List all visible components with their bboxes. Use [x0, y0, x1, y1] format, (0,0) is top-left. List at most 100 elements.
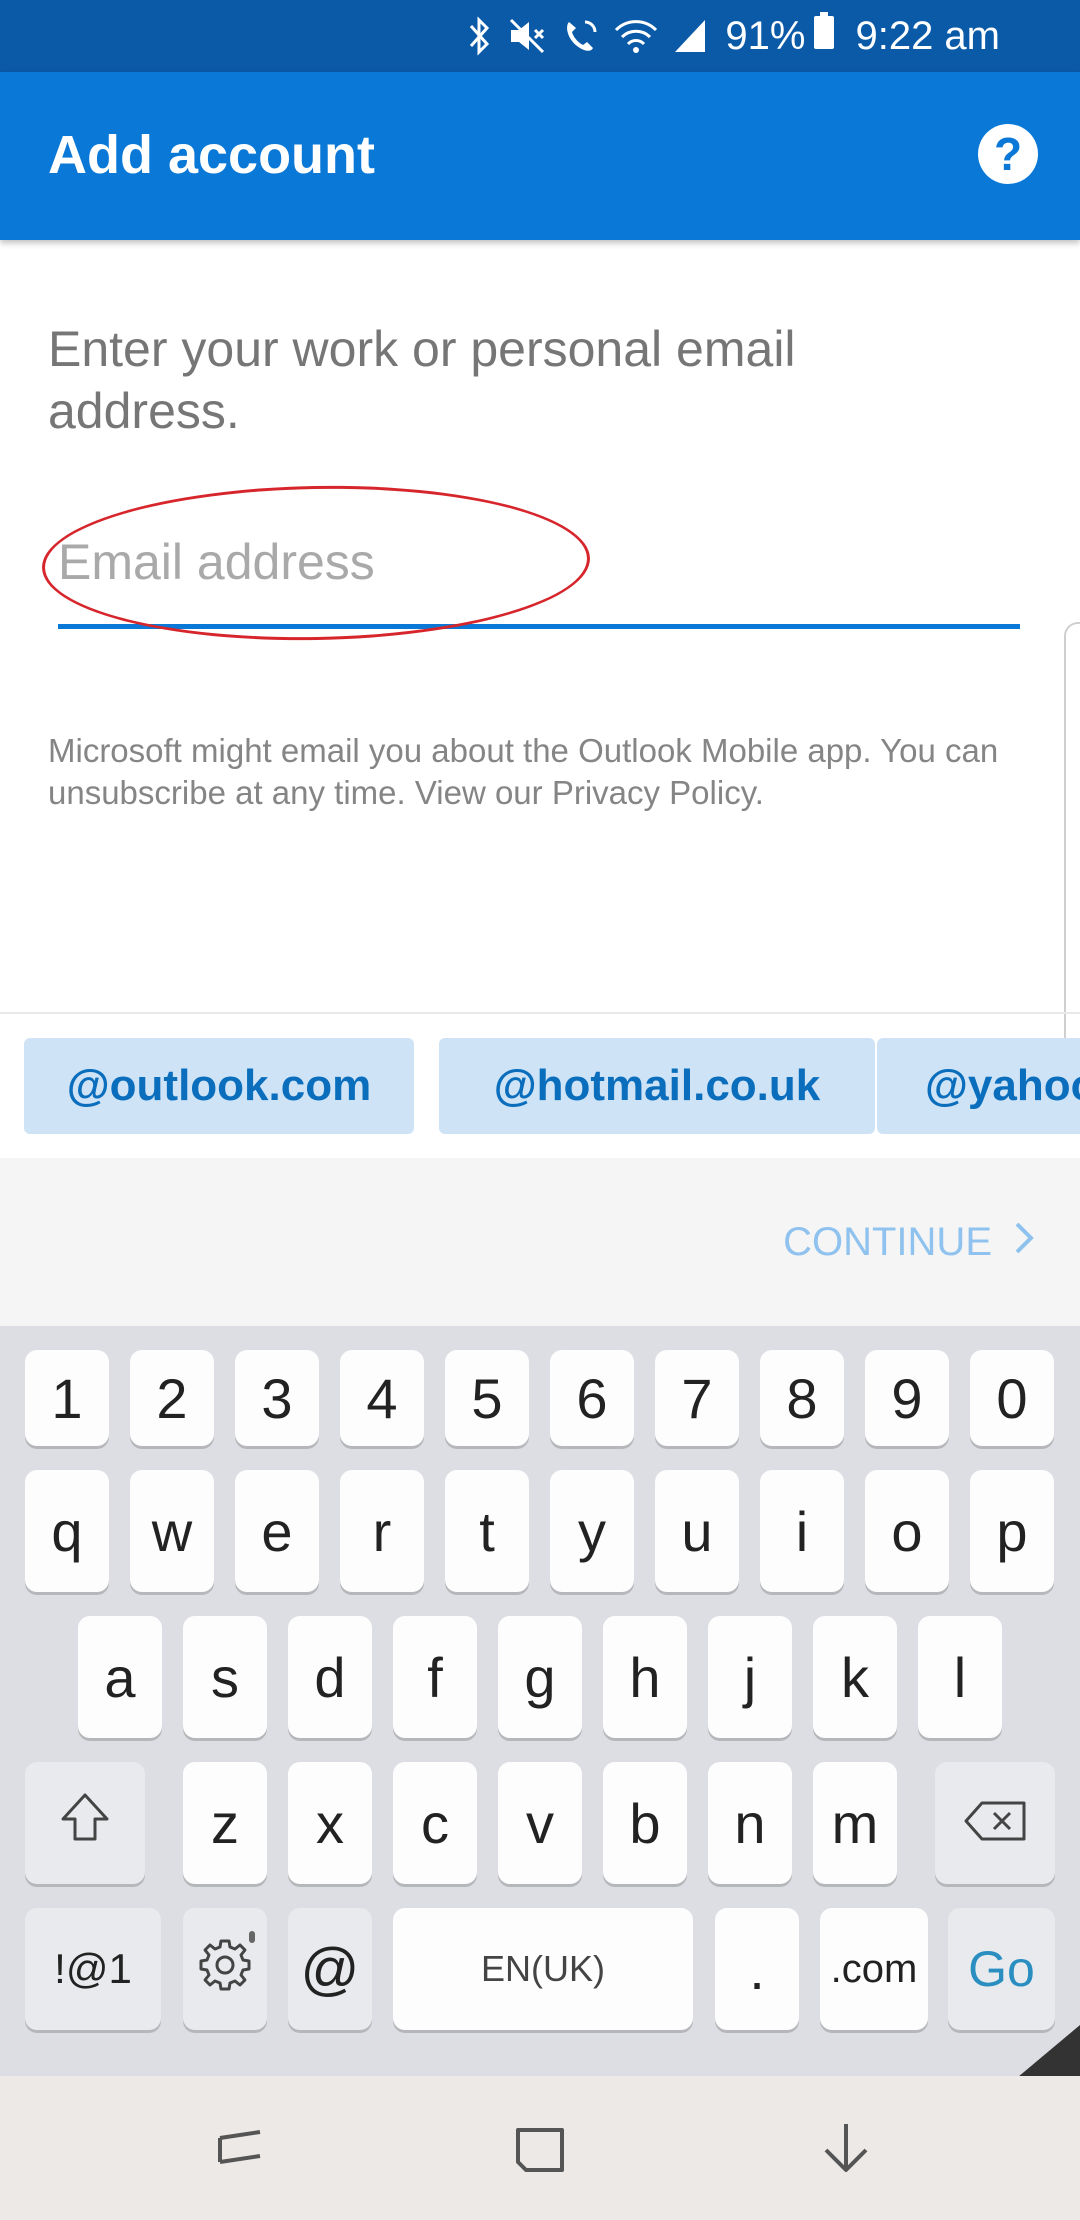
key-o[interactable]: o [865, 1470, 949, 1592]
key-a[interactable]: a [78, 1616, 162, 1738]
keyboard-lock-icon[interactable] [1018, 2025, 1080, 2077]
continue-button[interactable]: CONTINUE [783, 1220, 1034, 1265]
key-label: 7 [681, 1366, 713, 1430]
period-key[interactable]: . [715, 1908, 799, 2030]
symbols-key[interactable]: !@1 [25, 1908, 161, 2030]
backspace-key[interactable] [935, 1762, 1055, 1884]
backspace-icon [962, 1791, 1028, 1856]
key-p[interactable]: p [970, 1470, 1054, 1592]
key-label: . [749, 1937, 765, 2001]
recents-button[interactable] [210, 2120, 270, 2180]
key-2[interactable]: 2 [130, 1350, 214, 1446]
key-m[interactable]: m [813, 1762, 897, 1884]
key-k[interactable]: k [813, 1616, 897, 1738]
at-key[interactable]: @ [288, 1908, 372, 2030]
key-3[interactable]: 3 [235, 1350, 319, 1446]
key-9[interactable]: 9 [865, 1350, 949, 1446]
email-field-container [58, 520, 1020, 630]
chevron-right-icon [1014, 1220, 1034, 1265]
key-4[interactable]: 4 [340, 1350, 424, 1446]
key-q[interactable]: q [25, 1470, 109, 1592]
dotcom-key[interactable]: .com [820, 1908, 928, 2030]
suggestion-chip-yahoo[interactable]: @yahoo [877, 1038, 1080, 1134]
key-h[interactable]: h [603, 1616, 687, 1738]
key-label: !@1 [54, 1945, 132, 1992]
key-label: 8 [786, 1366, 818, 1430]
key-label: 5 [471, 1366, 503, 1430]
key-7[interactable]: 7 [655, 1350, 739, 1446]
key-label: j [743, 1645, 757, 1709]
suggestion-chip-outlook[interactable]: @outlook.com [24, 1038, 414, 1134]
key-label: EN(UK) [481, 1948, 605, 1989]
battery-icon [813, 12, 835, 60]
key-f[interactable]: f [393, 1616, 477, 1738]
key-label: b [629, 1791, 661, 1855]
key-label: z [211, 1791, 239, 1855]
back-button[interactable] [816, 2120, 876, 2180]
key-d[interactable]: d [288, 1616, 372, 1738]
bluetooth-icon [467, 16, 493, 56]
key-label: t [479, 1499, 495, 1563]
key-v[interactable]: v [498, 1762, 582, 1884]
email-input[interactable] [58, 520, 1020, 604]
space-key[interactable]: EN(UK) [393, 1908, 693, 2030]
edge-panel-handle[interactable] [1064, 622, 1080, 1062]
key-i[interactable]: i [760, 1470, 844, 1592]
key-b[interactable]: b [603, 1762, 687, 1884]
email-prompt: Enter your work or personal email addres… [48, 321, 796, 439]
key-label: w [151, 1499, 193, 1563]
key-label: i [795, 1499, 809, 1563]
key-label: a [104, 1645, 136, 1709]
home-button[interactable] [510, 2120, 570, 2180]
key-w[interactable]: w [130, 1470, 214, 1592]
go-key[interactable]: Go [948, 1908, 1055, 2030]
keyboard: 1 2 3 4 5 6 7 8 9 0 q w e r t y u i o p … [0, 1326, 1080, 2076]
key-label: .com [830, 1946, 918, 1991]
key-y[interactable]: y [550, 1470, 634, 1592]
status-time: 9:22 am [855, 13, 1000, 58]
key-g[interactable]: g [498, 1616, 582, 1738]
shift-key[interactable] [25, 1762, 145, 1884]
key-s[interactable]: s [183, 1616, 267, 1738]
privacy-disclaimer: Microsoft might email you about the Outl… [48, 732, 999, 811]
key-z[interactable]: z [183, 1762, 267, 1884]
continue-label: CONTINUE [783, 1220, 992, 1264]
key-e[interactable]: e [235, 1470, 319, 1592]
key-label: s [211, 1645, 239, 1709]
settings-key[interactable] [183, 1908, 267, 2030]
suggestion-divider [0, 1012, 1080, 1014]
help-button[interactable]: ? [978, 124, 1038, 184]
key-6[interactable]: 6 [550, 1350, 634, 1446]
key-label: n [734, 1791, 766, 1855]
key-label: q [51, 1499, 83, 1563]
key-label: d [314, 1645, 346, 1709]
key-label: c [421, 1791, 449, 1855]
key-l[interactable]: l [918, 1616, 1002, 1738]
key-c[interactable]: c [393, 1762, 477, 1884]
key-0[interactable]: 0 [970, 1350, 1054, 1446]
key-1[interactable]: 1 [25, 1350, 109, 1446]
domain-suggestions: @outlook.com @hotmail.co.uk @yahoo [24, 1038, 1080, 1134]
key-label: m [831, 1791, 879, 1855]
battery-indicator: 91% [725, 12, 835, 60]
shift-icon [57, 1789, 113, 1858]
key-j[interactable]: j [708, 1616, 792, 1738]
key-label: e [261, 1499, 293, 1563]
key-label: 4 [366, 1366, 398, 1430]
key-5[interactable]: 5 [445, 1350, 529, 1446]
key-label: 1 [51, 1366, 83, 1430]
key-x[interactable]: x [288, 1762, 372, 1884]
email-underline [58, 624, 1020, 629]
key-n[interactable]: n [708, 1762, 792, 1884]
key-label: p [996, 1499, 1028, 1563]
mute-icon [507, 16, 547, 56]
recents-icon [212, 2120, 268, 2181]
key-label: h [629, 1645, 661, 1709]
wifi-call-icon [561, 16, 599, 56]
key-8[interactable]: 8 [760, 1350, 844, 1446]
key-r[interactable]: r [340, 1470, 424, 1592]
key-t[interactable]: t [445, 1470, 529, 1592]
key-u[interactable]: u [655, 1470, 739, 1592]
suggestion-chip-hotmail[interactable]: @hotmail.co.uk [439, 1038, 875, 1134]
key-label: @ [300, 1936, 360, 2002]
